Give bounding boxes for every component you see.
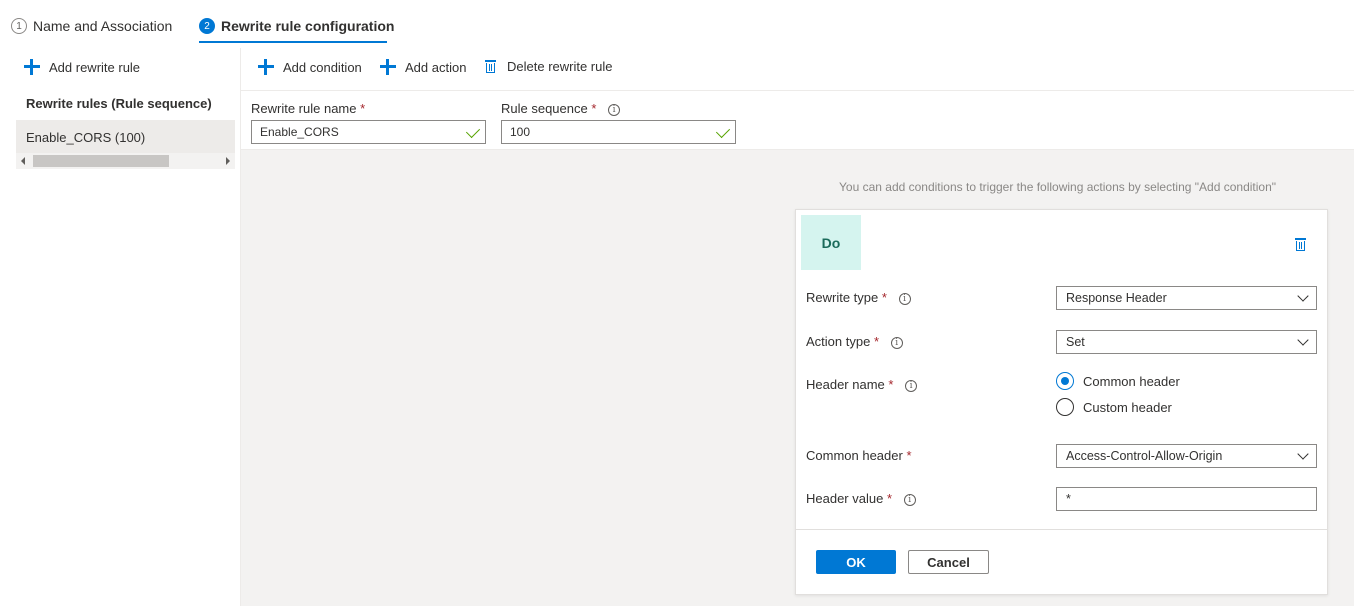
chevron-down-icon <box>1297 448 1309 460</box>
horizontal-scrollbar[interactable] <box>16 153 235 169</box>
rules-list-heading: Rewrite rules (Rule sequence) <box>26 96 212 111</box>
info-icon[interactable]: i <box>890 336 903 349</box>
radio-custom-header[interactable]: Custom header <box>1056 398 1172 416</box>
info-icon[interactable]: i <box>905 379 918 392</box>
common-header-value: Access-Control-Allow-Origin <box>1066 449 1223 463</box>
plus-icon <box>24 59 40 75</box>
header-value-input[interactable]: * <box>1056 487 1317 511</box>
active-tab-indicator <box>199 41 387 43</box>
rule-list-item[interactable]: Enable_CORS (100) <box>16 120 235 153</box>
add-condition-label: Add condition <box>283 59 362 75</box>
rule-name-label-text: Rewrite rule name <box>251 101 357 116</box>
chevron-down-icon <box>1297 334 1309 346</box>
required-mark: * <box>886 491 893 506</box>
rewrite-type-label-text: Rewrite type <box>806 290 879 305</box>
radio-common-label: Common header <box>1083 373 1180 389</box>
tab-name-and-association[interactable]: 1 Name and Association <box>11 15 172 37</box>
required-mark: * <box>881 290 887 305</box>
ok-button[interactable]: OK <box>816 550 896 574</box>
checkmark-icon <box>715 123 731 139</box>
rule-name-value: Enable_CORS <box>260 125 339 139</box>
do-action-card: Do Rewrite type * i Response Header Acti… <box>795 209 1328 595</box>
header-name-label: Header name * i <box>806 377 918 392</box>
required-mark: * <box>591 101 597 116</box>
plus-icon <box>380 59 396 75</box>
radio-button-selected[interactable] <box>1056 372 1074 390</box>
rule-sequence-label-text: Rule sequence <box>501 101 588 116</box>
info-icon[interactable]: i <box>608 103 621 116</box>
radio-button[interactable] <box>1056 398 1074 416</box>
condition-action-canvas: You can add conditions to trigger the fo… <box>241 150 1354 606</box>
rule-sequence-value: 100 <box>510 125 531 139</box>
delete-rewrite-rule-button[interactable]: Delete rewrite rule <box>484 59 613 74</box>
rewrite-type-label: Rewrite type * i <box>806 290 911 305</box>
rewrite-type-dropdown[interactable]: Response Header <box>1056 286 1317 310</box>
add-rewrite-rule-label: Add rewrite rule <box>49 59 141 75</box>
add-condition-button[interactable]: Add condition <box>258 59 362 75</box>
required-mark: * <box>873 334 880 349</box>
command-bar: Add condition Add action Delete rewrite … <box>241 48 1354 91</box>
info-icon[interactable]: i <box>898 292 911 305</box>
rule-editor: Add condition Add action Delete rewrite … <box>240 48 1354 606</box>
rule-sequence-label: Rule sequence * i <box>501 101 621 116</box>
rule-name-label: Rewrite rule name * <box>251 101 365 116</box>
step-number-2: 2 <box>199 18 215 34</box>
header-value-label: Header value * i <box>806 491 916 506</box>
header-name-label-text: Header name <box>806 377 885 392</box>
header-value-label-text: Header value <box>806 491 884 506</box>
scroll-left-icon[interactable] <box>21 157 25 165</box>
chevron-down-icon <box>1297 290 1309 302</box>
tab-rewrite-rule-configuration[interactable]: 2 Rewrite rule configuration <box>199 15 394 37</box>
scrollbar-thumb[interactable] <box>33 155 169 167</box>
step-number-1: 1 <box>11 18 27 34</box>
trash-icon <box>484 59 497 74</box>
rules-sidebar: Add rewrite rule Rewrite rules (Rule seq… <box>0 48 240 606</box>
tab-label: Rewrite rule configuration <box>221 18 395 34</box>
rule-sequence-input[interactable]: 100 <box>501 120 736 144</box>
rule-fields: Rewrite rule name * Enable_CORS Rule seq… <box>241 91 1354 150</box>
action-type-dropdown[interactable]: Set <box>1056 330 1317 354</box>
add-condition-hint: You can add conditions to trigger the fo… <box>839 180 1277 194</box>
radio-common-header[interactable]: Common header <box>1056 372 1180 390</box>
required-mark: * <box>360 101 366 116</box>
tab-label: Name and Association <box>33 18 173 34</box>
do-badge: Do <box>801 215 861 270</box>
plus-icon <box>258 59 274 75</box>
action-type-label-text: Action type <box>806 334 871 349</box>
rewrite-type-value: Response Header <box>1066 291 1167 305</box>
add-action-label: Add action <box>405 59 467 75</box>
info-icon[interactable]: i <box>903 493 916 506</box>
cancel-button[interactable]: Cancel <box>908 550 989 574</box>
checkmark-icon <box>465 123 481 139</box>
action-type-value: Set <box>1066 335 1085 349</box>
common-header-dropdown[interactable]: Access-Control-Allow-Origin <box>1056 444 1317 468</box>
scroll-right-icon[interactable] <box>226 157 230 165</box>
add-rewrite-rule-button[interactable]: Add rewrite rule <box>24 59 140 75</box>
common-header-label-text: Common header <box>806 448 903 463</box>
add-action-button[interactable]: Add action <box>380 59 466 75</box>
radio-custom-label: Custom header <box>1083 399 1172 415</box>
card-divider <box>796 529 1327 530</box>
trash-icon[interactable] <box>1294 237 1307 252</box>
action-type-label: Action type * i <box>806 334 903 349</box>
delete-rewrite-rule-label: Delete rewrite rule <box>507 59 613 74</box>
required-mark: * <box>906 448 912 463</box>
header-value-value: * <box>1066 492 1071 506</box>
common-header-label: Common header * <box>806 448 912 463</box>
wizard-tabs: 1 Name and Association 2 Rewrite rule co… <box>0 0 1354 48</box>
required-mark: * <box>888 377 894 392</box>
rule-name-input[interactable]: Enable_CORS <box>251 120 486 144</box>
